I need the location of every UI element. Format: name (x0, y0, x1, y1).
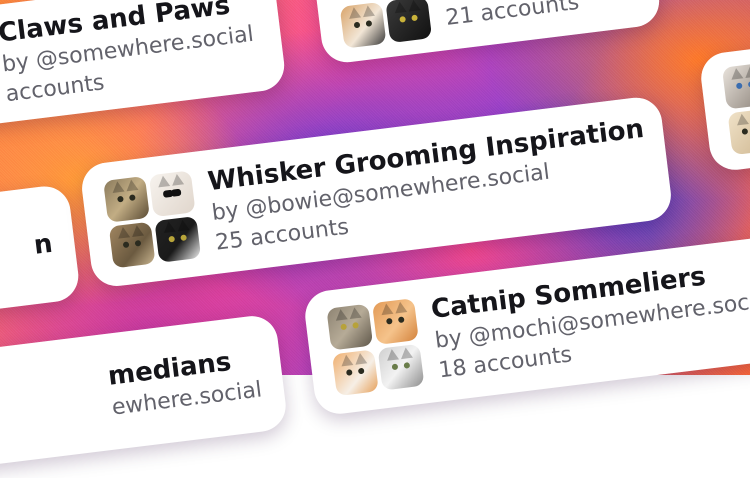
list-card-top-right[interactable]: 21 accounts (311, 0, 663, 66)
list-card-claws-and-paws[interactable]: Claws and Paws by @somewhere.social acco… (0, 0, 288, 140)
list-card-bottom-left[interactable]: medians ewhere.social (0, 313, 289, 476)
lists-collage: Claws and Paws by @somewhere.social acco… (0, 0, 750, 476)
cat-cream-avatar (727, 108, 750, 156)
avatar-grid (326, 298, 425, 397)
cat-tabby-avatar (103, 175, 150, 223)
list-card-catnip-sommeliers[interactable]: Catnip Sommeliers by @mochi@somewhere.so… (302, 227, 750, 417)
cat-tuxedo-avatar (154, 216, 202, 263)
cat-grey-tabby-avatar (326, 303, 374, 351)
cat-calico-avatar (339, 1, 387, 49)
list-card-left-partial[interactable]: n (0, 183, 82, 326)
cat-tabby-avatar (108, 221, 156, 269)
cat-siamese-avatar (721, 62, 750, 110)
cat-orange-avatar (372, 298, 419, 345)
list-card-right-partial[interactable] (698, 33, 750, 173)
cat-white-sunglasses-avatar (148, 170, 196, 218)
cat-silver-avatar (377, 343, 425, 391)
list-title: n (32, 228, 55, 261)
cat-orange-white-avatar (331, 349, 379, 397)
avatar-grid (339, 0, 433, 49)
avatar-grid (721, 62, 750, 156)
cat-black-avatar (385, 0, 433, 44)
avatar-grid (103, 170, 202, 269)
list-account-count: 21 accounts (444, 0, 581, 32)
